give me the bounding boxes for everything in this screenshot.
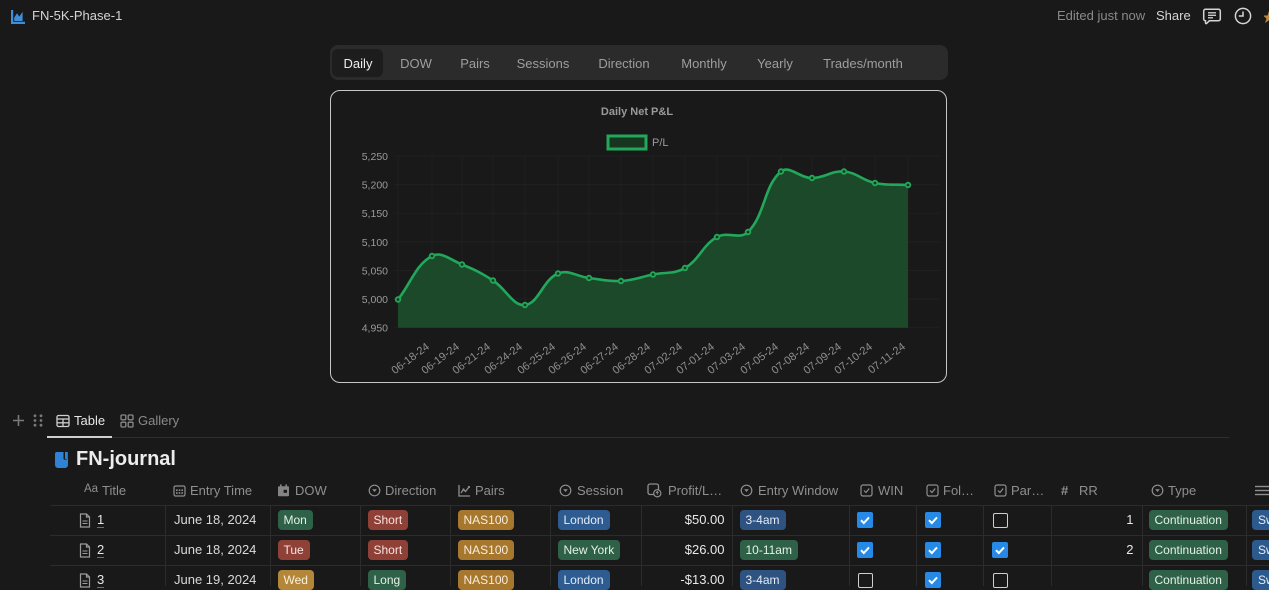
svg-text:P/L: P/L [652,137,669,149]
svg-text:5,200: 5,200 [362,180,388,192]
svg-text:5,000: 5,000 [362,294,388,306]
svg-text:5,250: 5,250 [362,151,388,163]
svg-text:5,050: 5,050 [362,266,388,278]
svg-text:5,150: 5,150 [362,208,388,220]
svg-text:4,950: 4,950 [362,323,388,335]
svg-text:07-11-24: 07-11-24 [866,341,908,377]
svg-text:Daily Net P&L: Daily Net P&L [601,106,673,118]
svg-text:5,100: 5,100 [362,237,388,249]
